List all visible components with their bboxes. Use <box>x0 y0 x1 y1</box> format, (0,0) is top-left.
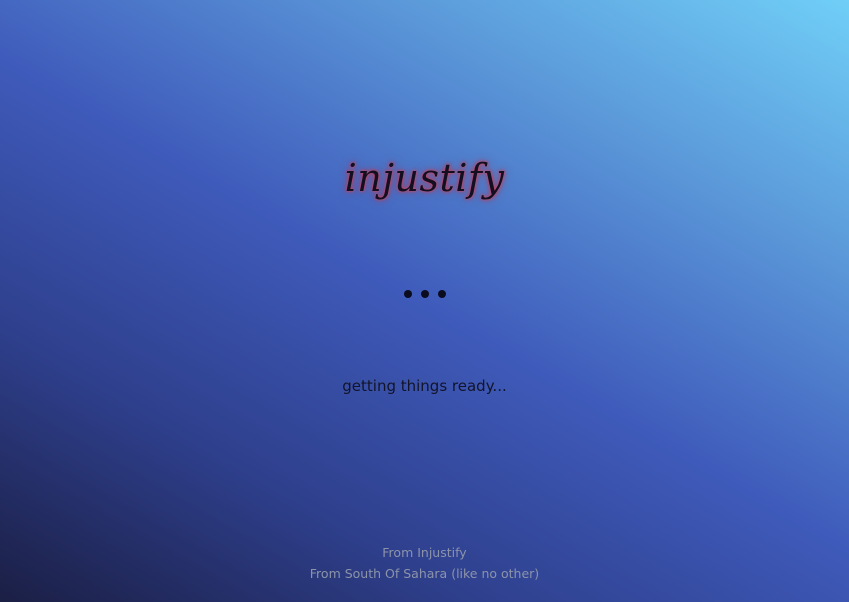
footer-line-publisher: From Injustify <box>382 545 467 560</box>
footer: From Injustify From South Of Sahara (lik… <box>0 542 849 584</box>
loading-dots-icon <box>0 290 849 298</box>
splash-screen: injustify getting things ready... From I… <box>0 0 849 602</box>
loading-dot <box>420 290 429 298</box>
loading-dot <box>403 290 412 298</box>
loading-status-text: getting things ready... <box>342 377 507 395</box>
loading-dot <box>437 290 446 298</box>
app-logo: injustify <box>344 156 505 200</box>
footer-line-origin: From South Of Sahara (like no other) <box>309 566 540 581</box>
